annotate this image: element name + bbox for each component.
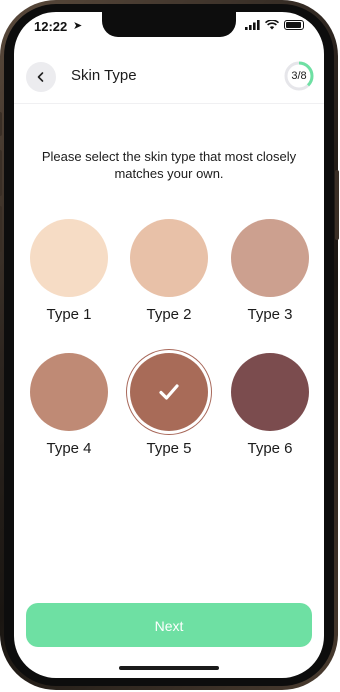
- next-button[interactable]: Next: [26, 603, 312, 647]
- progress-label: 3/8: [291, 70, 307, 82]
- skin-type-option-5[interactable]: Type 5: [124, 353, 214, 457]
- back-button[interactable]: [26, 62, 56, 92]
- app-screen: 12:22 ➤ Skin Type 3/8 Please select the …: [14, 12, 324, 678]
- skin-swatch[interactable]: [30, 219, 108, 297]
- skin-type-label: Type 5: [146, 440, 192, 457]
- skin-swatch[interactable]: [30, 353, 108, 431]
- skin-type-option-2[interactable]: Type 2: [124, 219, 214, 323]
- wifi-icon: [265, 20, 279, 30]
- status-icons: [245, 20, 304, 30]
- skin-type-label: Type 1: [46, 306, 92, 323]
- skin-type-option-1[interactable]: Type 1: [24, 219, 114, 323]
- home-indicator: [119, 666, 219, 670]
- skin-type-label: Type 6: [247, 440, 293, 457]
- progress-indicator: 3/8: [284, 61, 314, 91]
- battery-icon: [284, 20, 304, 30]
- location-arrow-icon: ➤: [73, 20, 83, 32]
- skin-type-label: Type 3: [247, 306, 293, 323]
- header-divider: [14, 103, 324, 104]
- status-time: 12:22: [34, 19, 68, 34]
- skin-type-option-3[interactable]: Type 3: [225, 219, 315, 323]
- skin-swatch[interactable]: [231, 219, 309, 297]
- status-bar: 12:22 ➤: [14, 12, 324, 42]
- skin-type-label: Type 2: [146, 306, 192, 323]
- header: Skin Type 3/8: [14, 56, 324, 106]
- checkmark-icon: [159, 384, 179, 400]
- skin-type-option-4[interactable]: Type 4: [24, 353, 114, 457]
- skin-type-label: Type 4: [46, 440, 92, 457]
- skin-type-option-6[interactable]: Type 6: [225, 353, 315, 457]
- skin-swatch[interactable]: [130, 353, 208, 431]
- chevron-left-icon: [37, 72, 44, 82]
- skin-swatch[interactable]: [231, 353, 309, 431]
- page-title: Skin Type: [71, 67, 137, 84]
- mute-switch: [0, 112, 2, 136]
- power-button: [335, 170, 339, 240]
- volume-down-button: [0, 206, 2, 252]
- instruction-text: Please select the skin type that most cl…: [41, 149, 297, 181]
- notch: [102, 12, 236, 37]
- skin-swatch[interactable]: [130, 219, 208, 297]
- cellular-signal-icon: [245, 20, 260, 30]
- volume-up-button: [0, 150, 2, 196]
